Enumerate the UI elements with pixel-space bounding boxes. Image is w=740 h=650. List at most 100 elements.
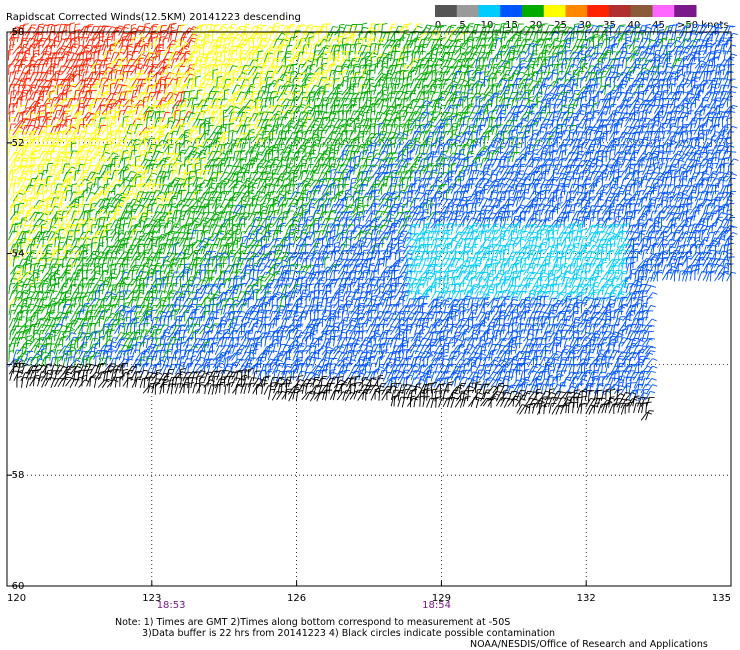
wind-barb-flag [333, 38, 339, 41]
wind-barb-flag [323, 97, 329, 99]
wind-barb-flag [10, 83, 16, 86]
wind-barb [349, 44, 352, 55]
wind-barb-flag [487, 51, 493, 54]
wind-barb-flag [23, 89, 29, 92]
wind-barb-flag [320, 65, 327, 67]
wind-barb-flag [119, 51, 125, 54]
wind-barb-flag [171, 22, 177, 25]
wind-barb [502, 98, 505, 109]
wind-barb-flag [503, 44, 509, 47]
wind-barb-flag [512, 66, 518, 69]
wind-barb [175, 52, 181, 62]
wind-barb [275, 78, 278, 89]
wind-barb-flag [468, 65, 474, 69]
wind-barb-flag [386, 44, 392, 47]
wind-barb-flag [391, 90, 398, 93]
wind-barb-flag [279, 43, 285, 46]
wind-barb-flag [468, 69, 474, 72]
wind-barb-flag [33, 50, 39, 52]
wind-barb-flag [460, 46, 466, 50]
wind-barb-flag [327, 36, 333, 39]
wind-barb-flag [131, 23, 137, 26]
wind-barb-flag [435, 106, 441, 108]
wind-barb [106, 71, 111, 82]
wind-barb-flag [9, 43, 15, 46]
wind-barb-flag [711, 43, 717, 46]
wind-barb-flag [527, 38, 533, 41]
wind-barb-flag [257, 24, 263, 27]
wind-barb-flag [378, 44, 384, 46]
wind-barb [155, 90, 159, 101]
wind-barb-flag [14, 78, 20, 80]
wind-barb-flag [694, 77, 700, 80]
wind-barb [70, 105, 74, 116]
wind-barb [357, 77, 361, 88]
wind-barb-flag [598, 35, 604, 38]
wind-barb [524, 90, 526, 101]
colorbar-swatch [435, 5, 458, 17]
wind-barb-flag [286, 52, 292, 55]
wind-barb-flag [518, 37, 524, 39]
wind-barb-flag [683, 78, 689, 81]
colorbar-swatch [522, 5, 545, 17]
wind-barb-flag [628, 77, 634, 80]
wind-barb-flag [152, 32, 158, 35]
wind-barb-flag [54, 24, 60, 26]
wind-barb-flag [508, 97, 514, 100]
wind-barb-flag [511, 56, 518, 59]
wind-barb-flag [732, 85, 738, 89]
wind-barb [609, 65, 613, 76]
wind-barb-flag [642, 25, 648, 27]
wind-barb-flag [634, 109, 640, 112]
wind-barb-flag [185, 52, 191, 55]
wind-barb-flag [663, 103, 669, 106]
wind-barb [301, 85, 304, 96]
wind-barb-flag [353, 110, 359, 112]
wind-barb [280, 105, 285, 116]
wind-barb-flag [578, 50, 584, 53]
wind-barb-flag [721, 37, 727, 39]
wind-barb-flag [263, 91, 269, 93]
wind-barb-flag [371, 30, 377, 32]
wind-barb-flag [623, 42, 629, 45]
wind-barb-flag [250, 49, 256, 52]
wind-barb-flag [473, 36, 479, 39]
wind-barb-flag [460, 42, 466, 45]
wind-barb [46, 24, 49, 35]
wind-barb [369, 111, 372, 122]
wind-barb-flag [213, 110, 219, 113]
wind-barb-flag [46, 106, 52, 109]
wind-barb [240, 71, 242, 82]
wind-barb-flag [411, 90, 417, 92]
wind-barb-flag [343, 43, 349, 45]
wind-barb-flag [419, 98, 425, 101]
wind-barb-flag [201, 23, 207, 26]
wind-barb-flag [570, 75, 576, 78]
wind-barb-flag [554, 37, 560, 40]
wind-barb-flag [701, 60, 706, 64]
wind-barb-flag [289, 23, 295, 26]
wind-barb [621, 66, 628, 76]
wind-barb-flag [411, 69, 417, 72]
wind-barb-flag [626, 36, 632, 39]
wind-barb-flag [645, 23, 651, 26]
wind-barb-flag [432, 69, 438, 72]
wind-barb-flag [699, 56, 705, 59]
wind-barb-flag [188, 56, 194, 58]
wind-barb-flag [678, 104, 684, 107]
wind-barb-flag [692, 76, 698, 79]
wind-barb [483, 85, 490, 95]
wind-barb-flag [471, 112, 477, 114]
wind-barb [471, 83, 475, 95]
wind-barb-flag [578, 30, 584, 32]
wind-barb-flag [386, 109, 392, 112]
wind-barb [90, 26, 95, 36]
wind-barb [628, 71, 631, 82]
chart-title: Rapidscat Corrected Winds(12.5KM) 201412… [6, 12, 301, 23]
wind-barb [350, 58, 353, 69]
wind-barb [642, 38, 649, 48]
wind-barb-flag [571, 64, 577, 66]
wind-barb [244, 58, 250, 69]
colorbar-swatch [674, 5, 697, 17]
wind-barb-flag [643, 109, 649, 111]
